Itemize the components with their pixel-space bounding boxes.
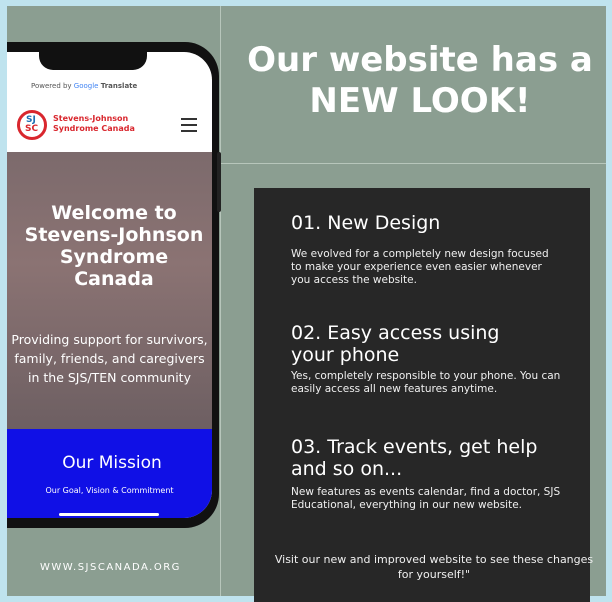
sjs-logo-icon[interactable]: SJ SC xyxy=(17,110,47,140)
feature-1-description: We evolved for a completely new design f… xyxy=(291,248,549,286)
hero-title: Welcome to Stevens-Johnson Syndrome Cana… xyxy=(24,202,204,290)
website-url: WWW.SJSCANADA.ORG xyxy=(40,562,181,573)
feature-1-title: 01. New Design xyxy=(291,212,441,234)
headline-line-1: Our website has a xyxy=(247,40,593,80)
hero-subtitle: Providing support for survivors, family,… xyxy=(11,332,208,385)
phone-screen: Powered by Google Translate SJ SC Steven… xyxy=(7,52,212,518)
org-name-line-2: Syndrome Canada xyxy=(53,124,135,133)
closing-note: Visit our new and improved website to se… xyxy=(274,553,594,581)
phone-side-button xyxy=(217,152,221,212)
phone-notch xyxy=(39,52,147,70)
translate-prefix: Powered by xyxy=(31,82,74,90)
logo-text-bottom: SC xyxy=(25,124,39,134)
translate-label: Translate xyxy=(100,82,138,90)
org-name[interactable]: Stevens-Johnson Syndrome Canada xyxy=(53,114,135,134)
feature-2-title: 02. Easy access using your phone xyxy=(291,322,500,366)
home-indicator xyxy=(59,513,159,516)
hamburger-icon[interactable] xyxy=(181,118,197,132)
phone-mockup: Powered by Google Translate SJ SC Steven… xyxy=(7,42,219,528)
org-name-line-1: Stevens-Johnson xyxy=(53,114,129,123)
google-brand: Google xyxy=(73,82,99,90)
headline-line-2: NEW LOOK! xyxy=(309,80,531,121)
mission-section[interactable]: Our Mission Our Goal, Vision & Commitmen… xyxy=(7,429,212,518)
mission-subtitle: Our Goal, Vision & Commitment xyxy=(45,486,174,495)
mission-title: Our Mission xyxy=(62,453,162,473)
google-translate-badge[interactable]: Powered by Google Translate xyxy=(31,82,137,90)
divider-horizontal xyxy=(221,163,606,164)
headline: Our website has a NEW LOOK! xyxy=(228,40,612,122)
features-panel: 01. New Design We evolved for a complete… xyxy=(254,188,593,602)
feature-2-description: Yes, completely responsible to your phon… xyxy=(291,370,561,395)
feature-3-title: 03. Track events, get help and so on... xyxy=(291,436,538,480)
hero-section: Welcome to Stevens-Johnson Syndrome Cana… xyxy=(7,152,212,430)
divider-vertical xyxy=(220,6,221,596)
feature-3-description: New features as events calendar, find a … xyxy=(291,486,561,511)
